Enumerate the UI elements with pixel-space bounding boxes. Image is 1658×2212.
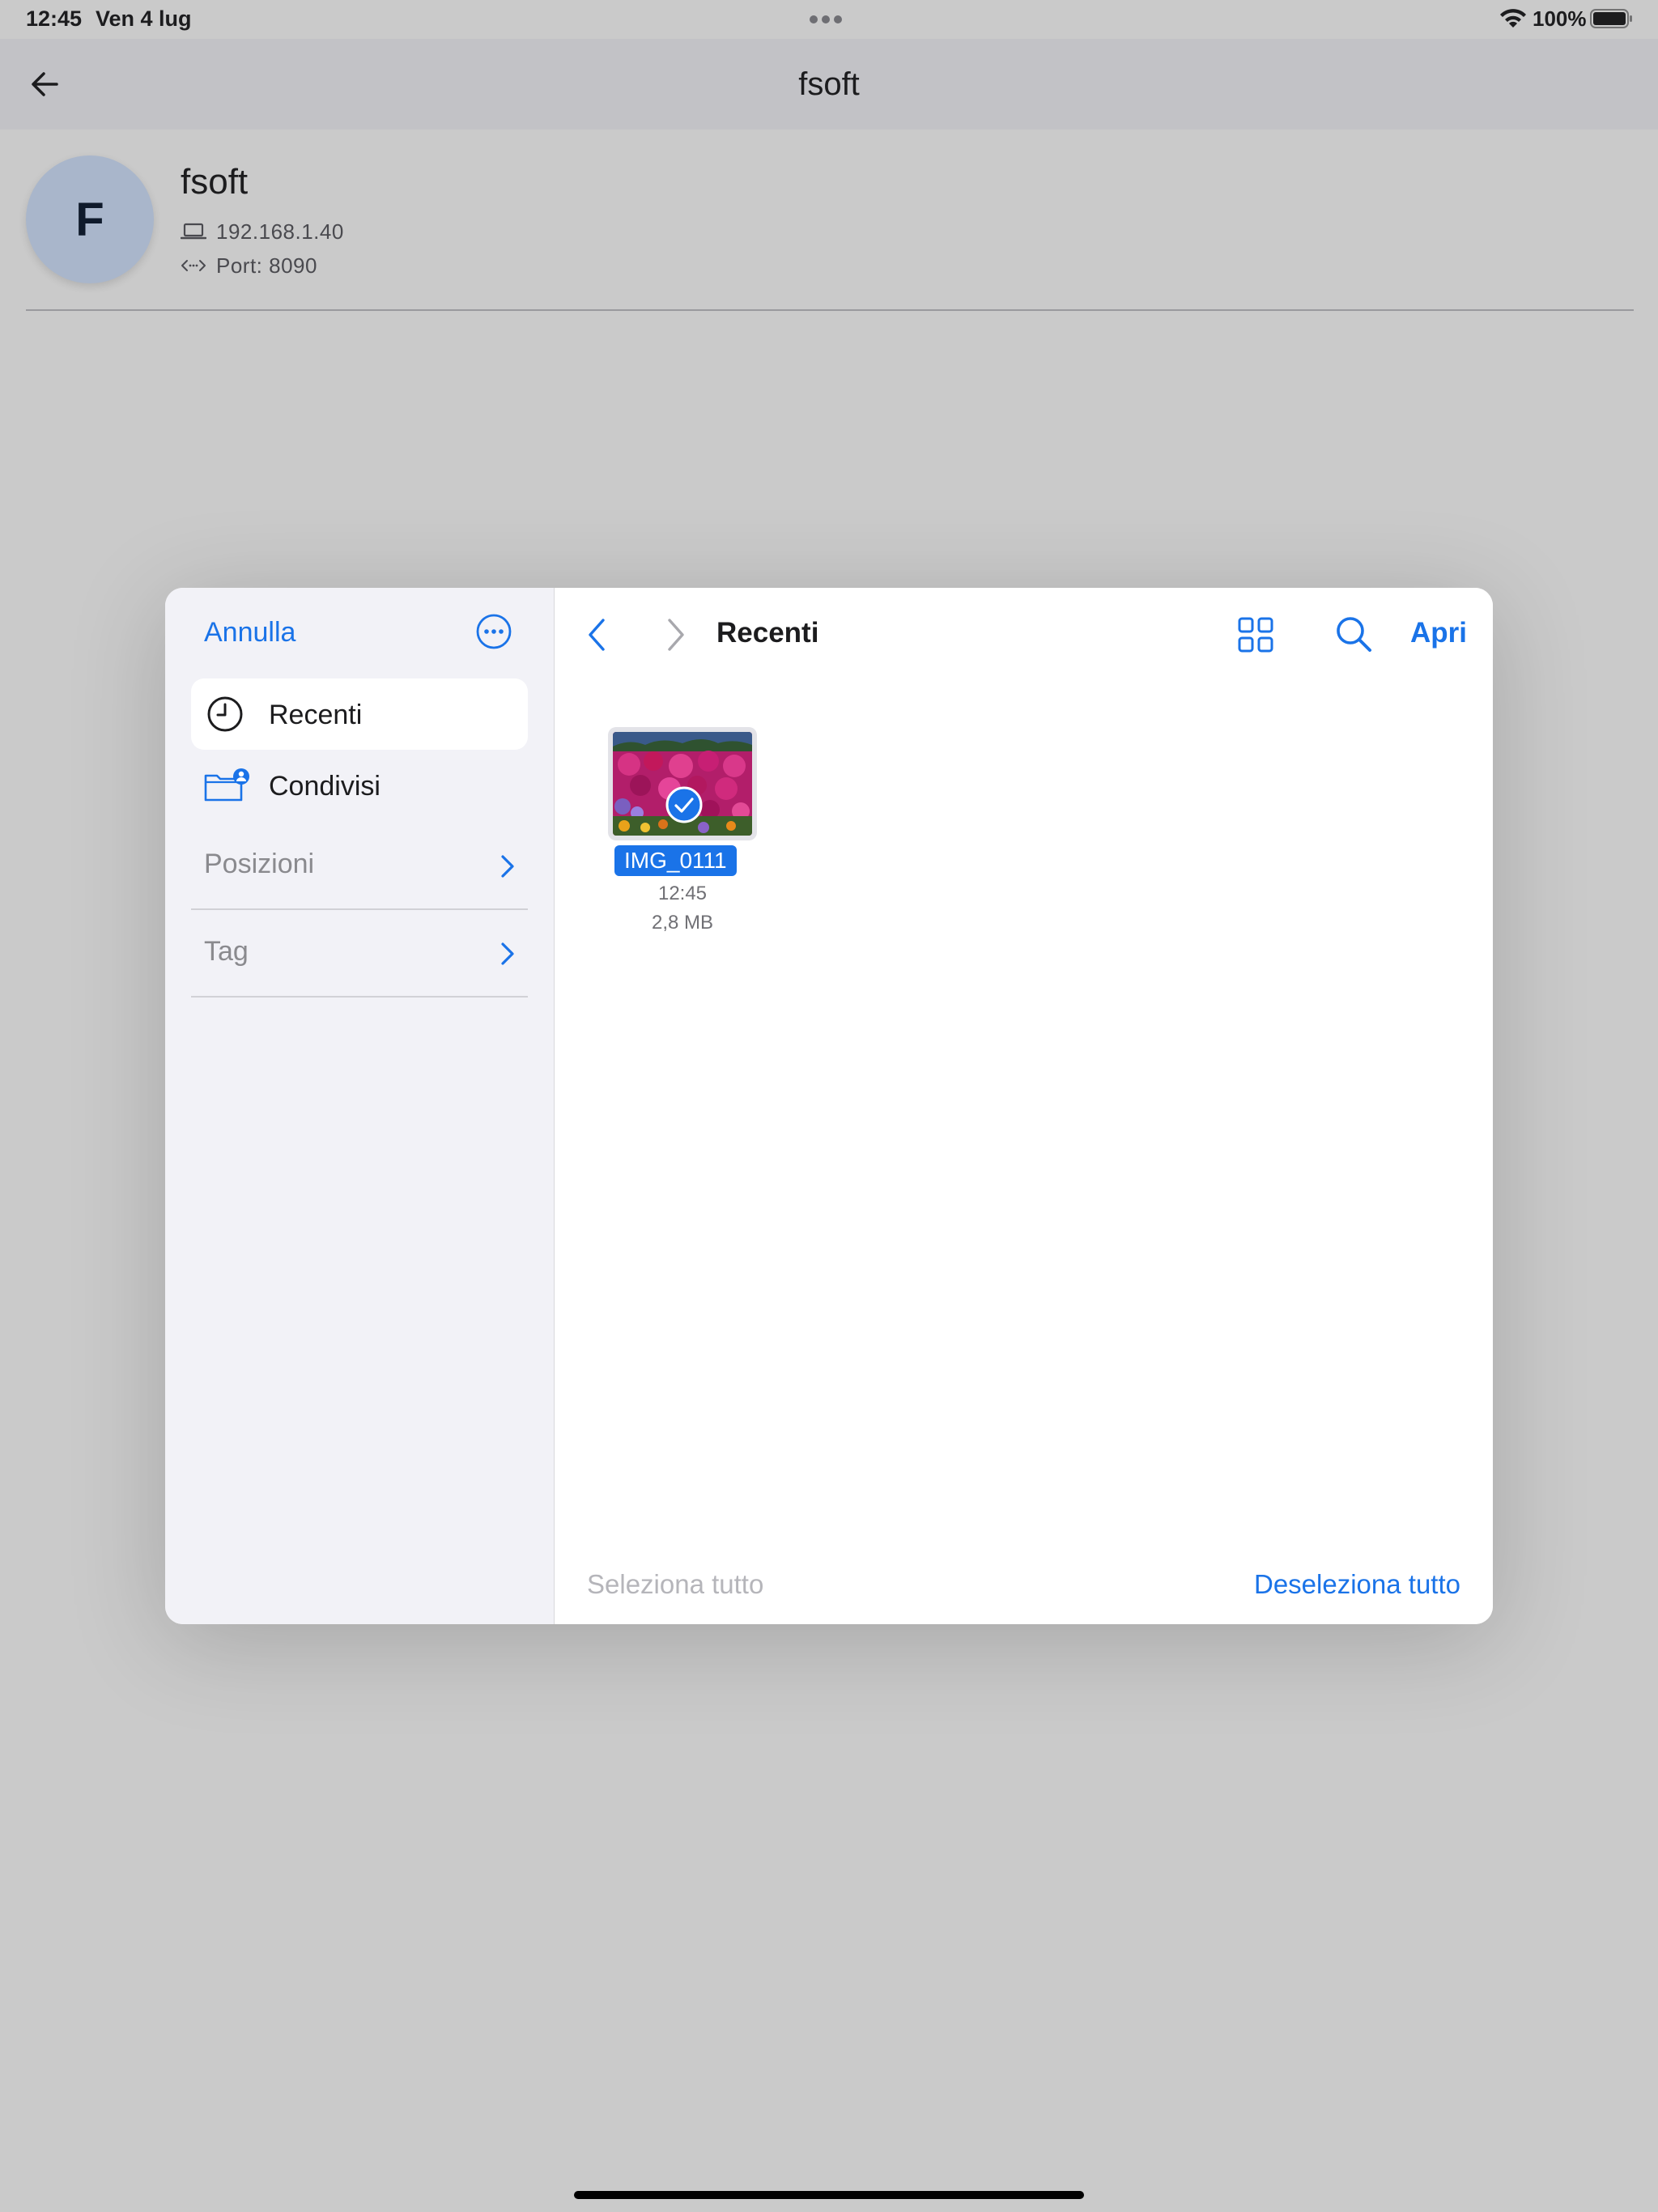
- file-thumbnail: [608, 727, 757, 840]
- chevron-right-icon: [501, 942, 514, 965]
- laptop-icon: [181, 223, 206, 240]
- checkmark-icon: [665, 786, 703, 823]
- file-item[interactable]: IMG_0111 12:45 2,8 MB: [603, 727, 765, 970]
- battery-icon: [1590, 9, 1632, 28]
- deselect-all-button[interactable]: Deseleziona tutto: [1254, 1569, 1460, 1600]
- section-tag[interactable]: Tag: [191, 910, 528, 998]
- chevron-left-icon[interactable]: [585, 617, 608, 653]
- sidebar-item-label: Condivisi: [269, 771, 380, 802]
- code-brackets-icon: [181, 260, 206, 271]
- device-ip: 192.168.1.40: [216, 219, 344, 244]
- device-port: Port: 8090: [216, 253, 317, 278]
- device-port-row: Port: 8090: [181, 251, 317, 280]
- grid-view-icon[interactable]: [1236, 615, 1275, 654]
- file-time: 12:45: [657, 883, 708, 904]
- app-bar: fsoft: [0, 39, 1658, 130]
- avatar: F: [26, 155, 154, 283]
- multitasking-dots-icon[interactable]: [810, 13, 848, 23]
- shared-folder-icon: [204, 768, 249, 802]
- status-bar: 12:45 Ven 4 lug 100%: [0, 0, 1658, 39]
- clock-icon: [207, 696, 243, 732]
- home-indicator[interactable]: [574, 2191, 1084, 2199]
- sidebar-item-label: Recenti: [269, 700, 363, 730]
- sidebar-item-recenti[interactable]: Recenti: [191, 678, 528, 750]
- device-name: fsoft: [181, 162, 249, 202]
- folder-title: Recenti: [716, 617, 819, 649]
- cancel-button[interactable]: Annulla: [204, 617, 295, 649]
- picker-sidebar: Annulla Recenti Condivisi Posizioni Tag: [165, 588, 555, 1624]
- file-picker-modal: Annulla Recenti Condivisi Posizioni Tag …: [165, 588, 1493, 1624]
- section-label: Posizioni: [204, 849, 315, 879]
- search-icon[interactable]: [1333, 614, 1374, 654]
- section-posizioni[interactable]: Posizioni: [191, 823, 528, 910]
- more-options-icon[interactable]: [474, 612, 513, 651]
- chevron-right-icon: [501, 855, 514, 878]
- device-ip-row: 192.168.1.40: [181, 217, 344, 246]
- section-label: Tag: [204, 936, 249, 967]
- status-date: Ven 4 lug: [96, 6, 192, 31]
- status-time: 12:45: [26, 6, 83, 31]
- page-title: fsoft: [798, 66, 860, 102]
- battery-percent: 100%: [1533, 6, 1587, 31]
- sidebar-item-condivisi[interactable]: Condivisi: [191, 750, 528, 821]
- open-button[interactable]: Apri: [1410, 617, 1467, 649]
- divider: [26, 309, 1634, 311]
- chevron-forward-icon[interactable]: [665, 617, 687, 653]
- file-size: 2,8 MB: [651, 912, 714, 934]
- file-name: IMG_0111: [614, 845, 737, 876]
- wifi-icon: [1500, 9, 1526, 28]
- select-all-button[interactable]: Seleziona tutto: [587, 1569, 763, 1600]
- picker-content: Recenti Apri IMG_0111 12:45 2,8 MB Selez…: [555, 588, 1493, 1624]
